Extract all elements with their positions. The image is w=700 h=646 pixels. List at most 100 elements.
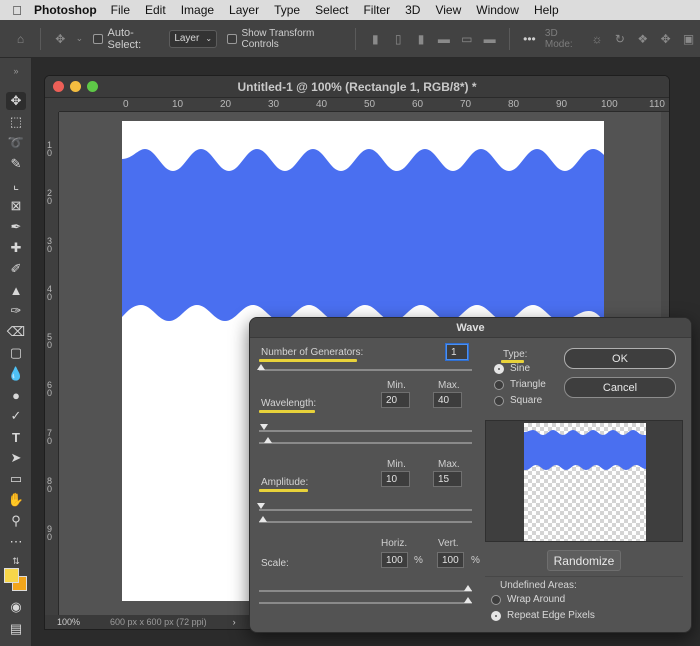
randomize-button[interactable]: Randomize <box>547 550 621 571</box>
clone-stamp-tool-icon[interactable]: ▲ <box>6 281 26 299</box>
align-bottom-icon[interactable]: ▬ <box>481 31 498 47</box>
apple-logo-icon[interactable]:  <box>0 3 34 18</box>
undefined-option-wrap-around[interactable]: Wrap Around <box>491 594 565 605</box>
show-transform-checkbox[interactable] <box>227 33 237 44</box>
more-options-icon[interactable]: ••• <box>521 31 538 47</box>
more-tools-icon[interactable]: ⋯ <box>6 533 26 551</box>
menu-view[interactable]: View <box>435 3 461 17</box>
radio-button[interactable] <box>494 379 504 390</box>
hand-tool-icon[interactable]: ✋ <box>6 491 26 509</box>
amplitude-max-slider-track[interactable] <box>259 521 472 523</box>
generators-slider-thumb[interactable] <box>257 364 265 370</box>
menu-app-name[interactable]: Photoshop <box>34 3 97 17</box>
collapse-panel-icon[interactable]: » <box>6 62 26 80</box>
scale-vert-slider-thumb[interactable] <box>464 597 472 603</box>
radio-button[interactable] <box>491 594 501 605</box>
quick-mask-icon[interactable]: ◉ <box>6 598 26 616</box>
cancel-button[interactable]: Cancel <box>564 377 676 398</box>
wavelength-min-slider-thumb[interactable] <box>260 424 268 430</box>
home-icon[interactable]: ⌂ <box>12 31 29 47</box>
wavelength-max-slider-thumb[interactable] <box>264 437 272 443</box>
lasso-tool-icon[interactable]: ➰ <box>6 134 26 152</box>
scale-horiz-slider-thumb[interactable] <box>464 585 472 591</box>
wavelength-min-input[interactable]: 20 <box>381 392 410 408</box>
3d-roll-icon[interactable]: ↻ <box>611 31 628 47</box>
scale-horiz-input[interactable]: 100 <box>381 552 408 568</box>
wavelength-max-input[interactable]: 40 <box>433 392 462 408</box>
dodge-tool-icon[interactable]: ● <box>6 386 26 404</box>
chevron-down-icon[interactable]: ⌄ <box>75 31 84 47</box>
scale-vert-slider-track[interactable] <box>259 602 472 604</box>
radio-button[interactable] <box>494 363 504 374</box>
undefined-option-repeat-edge[interactable]: Repeat Edge Pixels <box>491 610 595 621</box>
blur-tool-icon[interactable]: 💧 <box>6 365 26 383</box>
zoom-level[interactable]: 100% <box>57 617 80 627</box>
radio-button[interactable] <box>494 395 504 406</box>
generators-input[interactable]: 1 <box>446 344 468 360</box>
wavelength-min-slider-track[interactable] <box>259 430 472 432</box>
menu-image[interactable]: Image <box>181 3 214 17</box>
type-tool-icon[interactable]: T <box>6 428 26 446</box>
close-window-button[interactable] <box>53 81 64 92</box>
pen-tool-icon[interactable]: ✓ <box>6 407 26 425</box>
radio-button[interactable] <box>491 610 501 621</box>
eyedropper-tool-icon[interactable]: ✒ <box>6 218 26 236</box>
vertical-ruler[interactable]: 1 0 2 0 3 0 4 0 5 0 6 0 7 0 8 0 9 0 <box>45 112 59 615</box>
minimize-window-button[interactable] <box>70 81 81 92</box>
scale-horiz-slider-track[interactable] <box>259 590 472 592</box>
3d-orbit-icon[interactable]: ☼ <box>589 31 606 47</box>
wavelength-max-slider-track[interactable] <box>259 442 472 444</box>
menu-select[interactable]: Select <box>315 3 348 17</box>
menu-window[interactable]: Window <box>476 3 519 17</box>
marquee-tool-icon[interactable]: ⬚ <box>6 113 26 131</box>
align-middle-icon[interactable]: ▭ <box>458 31 475 47</box>
ruler-origin[interactable] <box>45 98 59 112</box>
align-top-icon[interactable]: ▬ <box>435 31 452 47</box>
history-brush-tool-icon[interactable]: ✑ <box>6 302 26 320</box>
menu-help[interactable]: Help <box>534 3 559 17</box>
zoom-tool-icon[interactable]: ⚲ <box>6 512 26 530</box>
menu-layer[interactable]: Layer <box>229 3 259 17</box>
type-option-sine[interactable]: Sine <box>494 363 530 374</box>
align-right-icon[interactable]: ▮ <box>413 31 430 47</box>
quick-select-tool-icon[interactable]: ✎ <box>6 155 26 173</box>
menu-filter[interactable]: Filter <box>363 3 390 17</box>
align-center-icon[interactable]: ▯ <box>390 31 407 47</box>
show-transform-toggle[interactable]: Show Transform Controls <box>227 28 347 50</box>
horizontal-ruler[interactable]: 0 10 20 30 40 50 60 70 80 90 100 110 <box>59 98 669 112</box>
gradient-tool-icon[interactable]: ▢ <box>6 344 26 362</box>
menu-edit[interactable]: Edit <box>145 3 166 17</box>
foreground-color-swatch[interactable] <box>4 568 19 583</box>
move-tool-icon[interactable]: ✥ <box>52 31 69 47</box>
type-option-triangle[interactable]: Triangle <box>494 379 546 390</box>
menu-3d[interactable]: 3D <box>405 3 420 17</box>
menu-file[interactable]: File <box>111 3 130 17</box>
eraser-tool-icon[interactable]: ⌫ <box>6 323 26 341</box>
path-selection-tool-icon[interactable]: ➤ <box>6 449 26 467</box>
auto-select-checkbox[interactable] <box>93 33 103 44</box>
scale-vert-input[interactable]: 100 <box>437 552 464 568</box>
ok-button[interactable]: OK <box>564 348 676 369</box>
rectangle-tool-icon[interactable]: ▭ <box>6 470 26 488</box>
amplitude-min-slider-track[interactable] <box>259 509 472 511</box>
crop-tool-icon[interactable]: ⌞ <box>6 176 26 194</box>
amplitude-min-slider-thumb[interactable] <box>257 503 265 509</box>
amplitude-max-input[interactable]: 15 <box>433 471 462 487</box>
maximize-window-button[interactable] <box>87 81 98 92</box>
frame-tool-icon[interactable]: ⊠ <box>6 197 26 215</box>
generators-slider-track[interactable] <box>259 369 472 371</box>
type-option-square[interactable]: Square <box>494 395 542 406</box>
auto-select-dropdown[interactable]: Layer ⌄ <box>169 29 218 48</box>
amplitude-min-input[interactable]: 10 <box>381 471 410 487</box>
screen-mode-icon[interactable]: ▤ <box>6 620 26 638</box>
healing-brush-tool-icon[interactable]: ✚ <box>6 239 26 257</box>
auto-select-toggle[interactable]: Auto-Select: <box>93 27 163 51</box>
status-expand-icon[interactable]: › <box>233 617 236 627</box>
amplitude-max-slider-thumb[interactable] <box>259 516 267 522</box>
align-left-icon[interactable]: ▮ <box>367 31 384 47</box>
brush-tool-icon[interactable]: ✐ <box>6 260 26 278</box>
3d-slide-icon[interactable]: ✥ <box>657 31 674 47</box>
3d-drag-icon[interactable]: ❖ <box>634 31 651 47</box>
menu-type[interactable]: Type <box>274 3 300 17</box>
3d-camera-icon[interactable]: ▣ <box>680 31 697 47</box>
